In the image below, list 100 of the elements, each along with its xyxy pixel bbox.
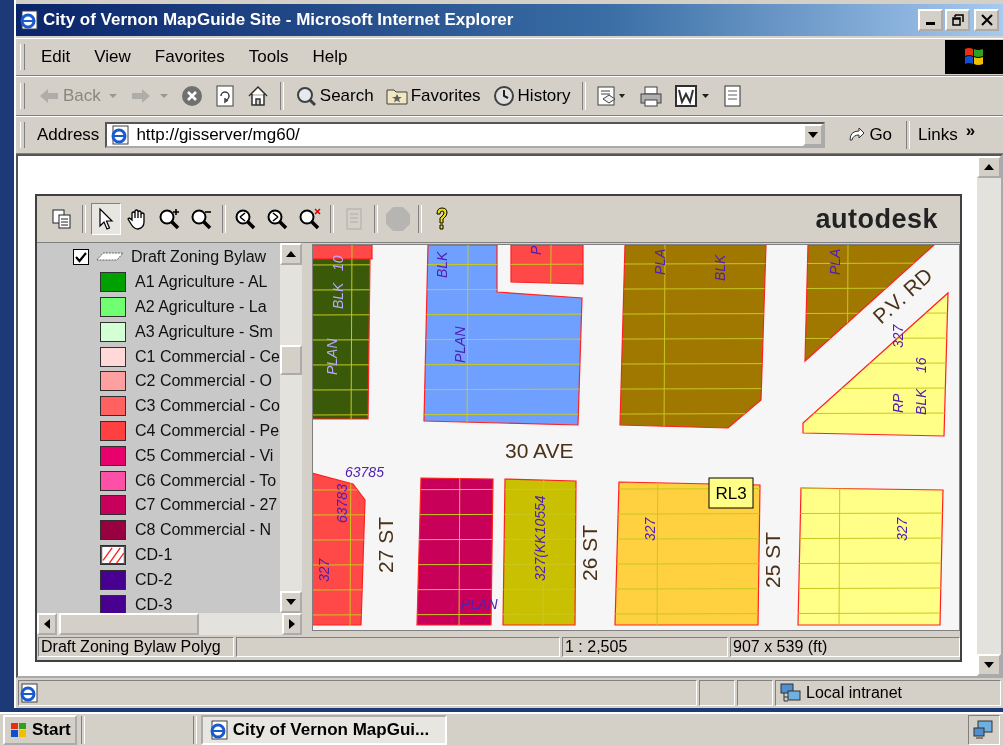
- more-chevron[interactable]: »: [965, 121, 976, 141]
- favorites-button[interactable]: Favorites: [380, 84, 486, 108]
- caret-icon: [107, 93, 118, 99]
- lot-label: 16: [912, 357, 929, 373]
- legend-label[interactable]: CD-3: [135, 595, 173, 613]
- land-parcel[interactable]: [423, 245, 583, 426]
- lot-label: 327: [641, 517, 658, 541]
- left-arrow-icon[interactable]: [44, 619, 50, 629]
- lot-label: 327: [315, 558, 332, 582]
- status-scale: 1 : 2,505: [562, 637, 728, 657]
- lot-label: 327(KK10554: [531, 495, 548, 581]
- lot-label: P: [527, 245, 544, 255]
- menu-item[interactable]: View: [84, 47, 145, 67]
- lot-label: BLK: [433, 251, 450, 278]
- down-arrow-icon[interactable]: [984, 662, 994, 668]
- legend-label[interactable]: A3 Agriculture - Sm: [135, 322, 273, 341]
- start-button[interactable]: Start: [3, 715, 77, 745]
- dropdown-button[interactable]: [803, 124, 824, 146]
- menu-item[interactable]: Help: [302, 47, 362, 67]
- address-label: Address: [36, 125, 101, 145]
- caret-icon: [158, 93, 169, 99]
- lot-label: BLK: [711, 254, 728, 281]
- legend-label[interactable]: CD-2: [135, 570, 173, 589]
- address-field[interactable]: http://gisserver/mg60/: [105, 122, 826, 148]
- browser-icon: [208, 720, 229, 740]
- menu-item[interactable]: Favorites: [144, 47, 239, 67]
- minimize-icon: [926, 21, 935, 25]
- legend-label[interactable]: C7 Commercial - 27: [135, 496, 278, 515]
- pointer-icon: [97, 207, 115, 231]
- up-arrow-icon[interactable]: [984, 164, 994, 170]
- lot-label: 63785: [344, 464, 384, 480]
- links-button[interactable]: Links: [918, 125, 958, 145]
- magnifier-cross-icon: [297, 207, 323, 231]
- lot-label: PLA: [651, 248, 668, 275]
- logo: autodesk: [815, 203, 938, 235]
- taskbar-button[interactable]: City of Vernon MapGui...: [200, 715, 447, 745]
- lot-label: PLAN: [451, 326, 468, 363]
- lot-label: PLA: [826, 248, 843, 275]
- mail-icon: [596, 85, 627, 107]
- window-title: City of Vernon MapGuide Site - Microsoft Internet Explorer: [43, 10, 514, 30]
- close-icon: [980, 14, 993, 26]
- status-extent: 907 x 539 (ft): [730, 637, 960, 657]
- history-button[interactable]: History: [487, 83, 576, 109]
- status-pane: [699, 680, 735, 706]
- right-arrow-icon[interactable]: [288, 619, 295, 629]
- scroll-thumb[interactable]: [279, 345, 302, 375]
- legend-label[interactable]: A1 Agriculture - AL: [135, 273, 268, 292]
- land-parcel[interactable]: [502, 478, 577, 626]
- go-button[interactable]: Go: [841, 124, 899, 146]
- back-arrow-icon: [38, 87, 60, 105]
- select-tool[interactable]: [91, 203, 121, 235]
- search-button[interactable]: Search: [289, 83, 379, 109]
- zone-tag: RL3: [708, 477, 754, 509]
- menu-item[interactable]: Tools: [238, 47, 303, 67]
- lot-label: 63783: [333, 484, 350, 523]
- legend-horizontal-scrollbar[interactable]: [37, 613, 302, 635]
- lot-label: BLK: [912, 388, 929, 415]
- layer-name[interactable]: Draft Zoning Bylaw: [131, 248, 267, 267]
- layer-checkbox[interactable]: [73, 249, 89, 266]
- close-button[interactable]: [974, 9, 999, 31]
- refresh-icon: [214, 85, 235, 107]
- lot-label: BLK: [329, 282, 346, 309]
- browser-icon: [19, 10, 39, 30]
- restore-button[interactable]: [945, 9, 970, 31]
- legend-label[interactable]: CD-1: [135, 545, 173, 564]
- question-mark-icon: [434, 206, 450, 232]
- windows-logo-icon: [945, 40, 1003, 74]
- street-label: 25 ST: [760, 531, 784, 588]
- legend-label[interactable]: C2 Commercial - O: [135, 372, 272, 391]
- network-icon[interactable]: [973, 720, 995, 740]
- street-label: 26 ST: [577, 524, 601, 581]
- legend-label[interactable]: C6 Commercial - To: [135, 471, 277, 490]
- status-pane: [737, 680, 773, 706]
- legend-label[interactable]: C5 Commercial - Vi: [135, 446, 274, 465]
- street-label: 27 ST: [373, 516, 397, 573]
- search-icon: [294, 85, 317, 107]
- legend-label[interactable]: C1 Commercial - Ce: [135, 347, 280, 366]
- hatch-swatch: [100, 544, 126, 565]
- minimize-button[interactable]: [918, 9, 943, 31]
- word-document-icon: [674, 85, 711, 107]
- clock-icon: [492, 85, 515, 107]
- scroll-thumb[interactable]: [59, 613, 199, 635]
- up-arrow-icon[interactable]: [285, 251, 296, 257]
- legend-label[interactable]: C4 Commercial - Pe: [135, 421, 280, 440]
- copy-icon: [51, 208, 73, 230]
- legend-scrollbar[interactable]: [279, 243, 302, 613]
- land-parcel[interactable]: [510, 245, 584, 285]
- down-arrow-icon[interactable]: [285, 599, 296, 605]
- legend-label[interactable]: A2 Agriculture - La: [135, 298, 267, 316]
- page-icon: [344, 207, 364, 231]
- octagon-icon: [385, 206, 411, 232]
- legend-label[interactable]: C3 Commercial - Co: [135, 397, 280, 416]
- caret-icon: [808, 132, 819, 138]
- page-scrollbar[interactable]: [977, 156, 1001, 676]
- stop-icon: [180, 85, 203, 107]
- home-icon: [246, 85, 269, 107]
- lot-label: 327: [889, 324, 906, 348]
- menu-item[interactable]: Edit: [31, 47, 85, 67]
- windows-flag-icon: [9, 721, 29, 739]
- legend-label[interactable]: C8 Commercial - N: [135, 521, 271, 540]
